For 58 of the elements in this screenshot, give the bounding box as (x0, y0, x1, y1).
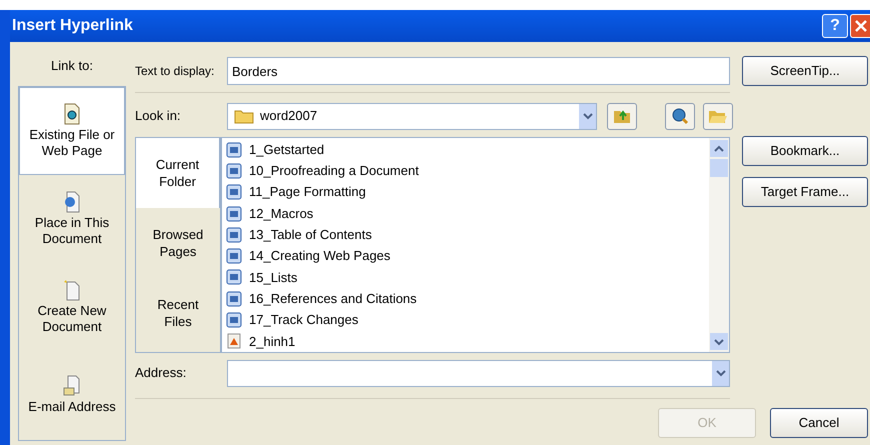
word-document-icon (226, 290, 242, 307)
places-item[interactable]: Browsed Pages (136, 208, 220, 278)
file-item[interactable]: 12_Macros (226, 202, 709, 224)
image-file-icon (226, 333, 242, 350)
scrollbar[interactable] (709, 138, 729, 352)
cancel-button[interactable]: Cancel (770, 408, 868, 438)
globe-document-icon (63, 191, 81, 213)
word-document-icon (226, 312, 242, 328)
file-item[interactable]: 11_Page Formatting (226, 182, 709, 203)
scroll-thumb[interactable] (710, 159, 728, 177)
word-document-icon (226, 184, 242, 200)
browse-web-button[interactable] (665, 102, 695, 130)
word-document-icon (226, 269, 242, 286)
file-item[interactable]: 2_hinh1 (226, 330, 709, 352)
open-folder-icon (708, 108, 728, 124)
link-to-item[interactable]: E-mail Address (19, 351, 125, 439)
envelope-document-icon (63, 375, 81, 397)
file-item[interactable]: 17_Track Changes (226, 309, 709, 331)
file-item[interactable]: 16_References and Citations (226, 288, 709, 310)
help-button[interactable]: ? (822, 14, 848, 38)
link-to-item[interactable]: Place in This Document (19, 175, 125, 263)
file-item[interactable]: 1_Getstarted (226, 139, 709, 160)
side-button[interactable]: Bookmark... (742, 136, 868, 166)
places-item[interactable]: Current Folder (136, 138, 220, 208)
close-icon (854, 20, 866, 32)
link-to-label: Link to: (51, 57, 93, 75)
file-item[interactable]: 13_Table of Contents (226, 224, 709, 246)
text-to-display-label: Text to display: (135, 63, 216, 80)
word-document-icon (226, 226, 242, 243)
document-icon (63, 103, 81, 125)
folder-up-icon (613, 108, 631, 124)
word-document-icon (226, 162, 242, 179)
word-document-icon (226, 142, 242, 158)
chevron-down-icon (716, 369, 726, 377)
look-in-label: Look in: (135, 107, 182, 126)
chevron-down-icon (582, 112, 592, 120)
address-label: Address: (135, 364, 188, 382)
file-item[interactable]: 10_Proofreading a Document (226, 160, 709, 182)
word-document-icon (226, 248, 242, 264)
link-to-item[interactable]: Create New Document (19, 263, 125, 351)
address-field[interactable] (227, 360, 730, 386)
link-to-item[interactable]: Existing File or Web Page (19, 87, 125, 175)
file-item[interactable]: 15_Lists (226, 266, 709, 288)
side-button[interactable]: Target Frame... (742, 177, 868, 207)
word-document-icon (226, 206, 242, 222)
file-item[interactable]: 14_Creating Web Pages (226, 245, 709, 267)
folder-icon (234, 108, 254, 124)
screentip-button[interactable]: ScreenTip... (742, 56, 868, 86)
scroll-up-icon (714, 144, 724, 152)
scroll-down-icon (714, 338, 724, 346)
look-in-dropdown[interactable]: word2007 (227, 102, 597, 130)
text-to-display-field[interactable]: Borders (227, 57, 730, 85)
places-item[interactable]: Recent Files (136, 278, 220, 348)
up-folder-button[interactable] (607, 102, 637, 130)
close-button[interactable] (850, 14, 870, 38)
window-title: Insert Hyperlink (11, 16, 133, 36)
new-document-icon (63, 279, 81, 301)
browse-file-button[interactable] (703, 102, 733, 130)
